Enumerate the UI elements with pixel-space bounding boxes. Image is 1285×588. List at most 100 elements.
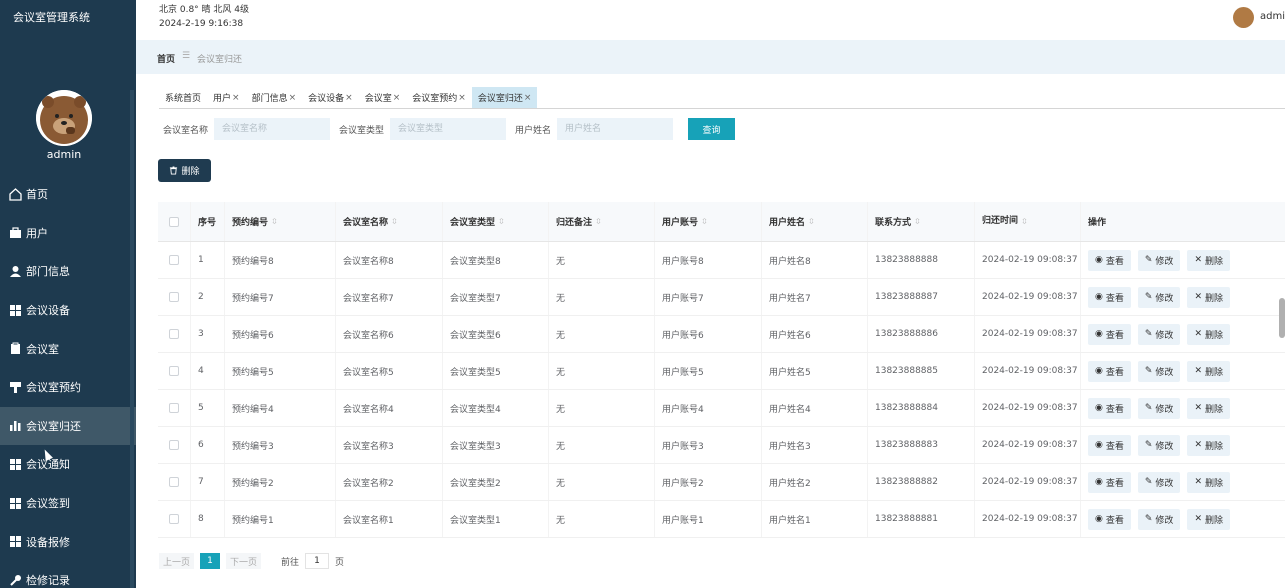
sidebar-item[interactable]: 首页	[0, 175, 136, 214]
delete-button[interactable]: ✕ 删除	[1187, 286, 1230, 308]
breadcrumb-home[interactable]: 首页	[157, 52, 175, 65]
table-row[interactable]: 2 预约编号7 会议室名称7 会议室类型7 无用户账号7 用户姓名7 13823888887…	[158, 279, 1285, 316]
edit-button[interactable]: ✎ 修改	[1137, 471, 1181, 493]
tab[interactable]: 用户 ×	[207, 87, 246, 108]
delete-button[interactable]: ✕ 删除	[1187, 249, 1230, 271]
sidebar-item[interactable]: 会议室	[0, 329, 136, 368]
row-checkbox[interactable]	[169, 403, 179, 413]
sidebar-item[interactable]: 用户	[0, 214, 136, 253]
room-name-input[interactable]	[214, 118, 331, 140]
sort-icon[interactable]: ⇳	[271, 217, 278, 226]
row-checkbox[interactable]	[169, 366, 179, 376]
tab[interactable]: 部门信息 ×	[246, 87, 303, 108]
view-button[interactable]: ◉ 查看	[1088, 434, 1131, 456]
tab[interactable]: 会议室 ×	[359, 87, 407, 108]
row-checkbox[interactable]	[169, 329, 179, 339]
sort-icon[interactable]: ⇳	[701, 217, 708, 226]
edit-button[interactable]: ✎ 修改	[1137, 508, 1181, 530]
sidebar-item[interactable]: 会议签到	[0, 484, 136, 523]
sort-icon[interactable]: ⇳	[498, 217, 505, 226]
tab[interactable]: 会议室归还 ×	[471, 87, 538, 108]
header-remark[interactable]: 归还备注 ⇳	[549, 202, 655, 241]
close-icon[interactable]: ×	[458, 93, 466, 103]
table-row[interactable]: 3 预约编号6 会议室名称6 会议室类型6 无用户账号6 用户姓名6 13823888886…	[158, 316, 1285, 353]
tab[interactable]: 会议室预约 ×	[406, 87, 472, 108]
sort-icon[interactable]: ⇳	[595, 217, 602, 226]
delete-button[interactable]: ✕ 删除	[1187, 323, 1230, 345]
table-row[interactable]: 6 预约编号3 会议室名称3 会议室类型3 无用户账号3 用户姓名3 13823888883…	[158, 427, 1285, 464]
content-scrollbar[interactable]	[1279, 298, 1285, 338]
table-row[interactable]: 7 预约编号2 会议室名称2 会议室类型2 无用户账号2 用户姓名2 13823888882…	[158, 464, 1285, 501]
row-checkbox[interactable]	[169, 255, 179, 265]
user-avatar[interactable]	[1233, 7, 1254, 28]
sidebar-item[interactable]: 会议通知	[0, 445, 136, 484]
delete-button[interactable]: ✕ 删除	[1187, 434, 1230, 456]
header-room-type[interactable]: 会议室类型 ⇳	[443, 202, 549, 241]
sidebar-item-label: 检修记录	[26, 574, 70, 588]
row-checkbox[interactable]	[169, 292, 179, 302]
header-account[interactable]: 用户账号 ⇳	[655, 202, 762, 241]
close-icon[interactable]: ×	[345, 93, 353, 103]
avatar[interactable]	[36, 90, 92, 146]
sort-icon[interactable]: ⇳	[391, 217, 398, 226]
close-icon[interactable]: ×	[289, 93, 297, 103]
edit-button[interactable]: ✎ 修改	[1137, 360, 1181, 382]
sort-icon[interactable]: ⇳	[914, 217, 921, 226]
sidebar-item[interactable]: 会议设备	[0, 291, 136, 330]
sidebar-item[interactable]: 会议室预约	[0, 368, 136, 407]
breadcrumb-current: 会议室归还	[197, 55, 243, 65]
prev-page-button[interactable]: 上一页	[159, 553, 195, 569]
table-row[interactable]: 4 预约编号5 会议室名称5 会议室类型5 无用户账号5 用户姓名5 13823888885…	[158, 353, 1285, 390]
sidebar-scrollbar[interactable]	[130, 90, 134, 588]
user-name-input[interactable]	[557, 118, 674, 140]
tab-label: 用户	[213, 94, 232, 104]
view-button[interactable]: ◉ 查看	[1088, 360, 1131, 382]
select-all-checkbox[interactable]	[169, 216, 179, 227]
view-button[interactable]: ◉ 查看	[1088, 397, 1131, 419]
header-phone[interactable]: 联系方式 ⇳	[868, 202, 975, 241]
table-row[interactable]: 1 预约编号8 会议室名称8 会议室类型8 无用户账号8 用户姓名8 13823888888…	[158, 242, 1285, 279]
row-checkbox[interactable]	[169, 440, 179, 450]
close-icon[interactable]: ×	[232, 93, 240, 103]
sidebar-item[interactable]: 会议室归还	[0, 406, 136, 446]
edit-button[interactable]: ✎ 修改	[1137, 323, 1181, 345]
edit-button[interactable]: ✎ 修改	[1137, 286, 1181, 308]
goto-page-input[interactable]: 1	[305, 553, 330, 569]
delete-button[interactable]: ✕ 删除	[1187, 508, 1230, 530]
header-user-name[interactable]: 用户姓名 ⇳	[762, 202, 868, 241]
edit-button[interactable]: ✎ 修改	[1137, 397, 1181, 419]
sidebar-item[interactable]: 部门信息	[0, 252, 136, 291]
row-checkbox[interactable]	[169, 514, 179, 524]
table-row[interactable]: 8 预约编号1 会议室名称1 会议室类型1 无用户账号1 用户姓名1 13823888881…	[158, 501, 1285, 538]
row-checkbox[interactable]	[169, 477, 179, 487]
user-menu-name[interactable]: admi	[1260, 11, 1285, 22]
close-icon[interactable]: ×	[393, 93, 401, 103]
header-booking-no[interactable]: 预约编号 ⇳	[225, 202, 336, 241]
delete-button[interactable]: ✕ 删除	[1187, 471, 1230, 493]
view-button[interactable]: ◉ 查看	[1088, 471, 1131, 493]
sort-icon[interactable]: ⇳	[808, 217, 815, 226]
edit-button[interactable]: ✎ 修改	[1137, 249, 1181, 271]
table-row[interactable]: 5 预约编号4 会议室名称4 会议室类型4 无用户账号4 用户姓名4 13823888884…	[158, 390, 1285, 427]
header-room-name[interactable]: 会议室名称 ⇳	[336, 202, 443, 241]
view-button[interactable]: ◉ 查看	[1088, 286, 1131, 308]
delete-button[interactable]: ✕ 删除	[1187, 360, 1230, 382]
room-type-input[interactable]	[390, 118, 507, 140]
sidebar-item[interactable]: 检修记录	[0, 561, 136, 588]
edit-button[interactable]: ✎ 修改	[1137, 434, 1181, 456]
view-button[interactable]: ◉ 查看	[1088, 249, 1131, 271]
sort-icon[interactable]: ⇳	[1021, 213, 1028, 230]
header-return-time[interactable]: 归还时间 ⇳	[975, 202, 1081, 241]
delete-button[interactable]: ✕ 删除	[1187, 397, 1230, 419]
batch-delete-button[interactable]: 删除	[158, 159, 211, 182]
search-button[interactable]: 查询	[688, 118, 736, 140]
view-button[interactable]: ◉ 查看	[1088, 323, 1131, 345]
tab[interactable]: 系统首页	[159, 87, 207, 108]
next-page-button[interactable]: 下一页	[226, 553, 262, 569]
view-button[interactable]: ◉ 查看	[1088, 508, 1131, 530]
page-number[interactable]: 1	[200, 553, 221, 569]
sidebar-item[interactable]: 设备报修	[0, 522, 136, 561]
close-icon[interactable]: ×	[524, 93, 532, 103]
cell-room-name: 会议室名称1	[336, 501, 443, 537]
tab[interactable]: 会议设备 ×	[302, 87, 359, 108]
